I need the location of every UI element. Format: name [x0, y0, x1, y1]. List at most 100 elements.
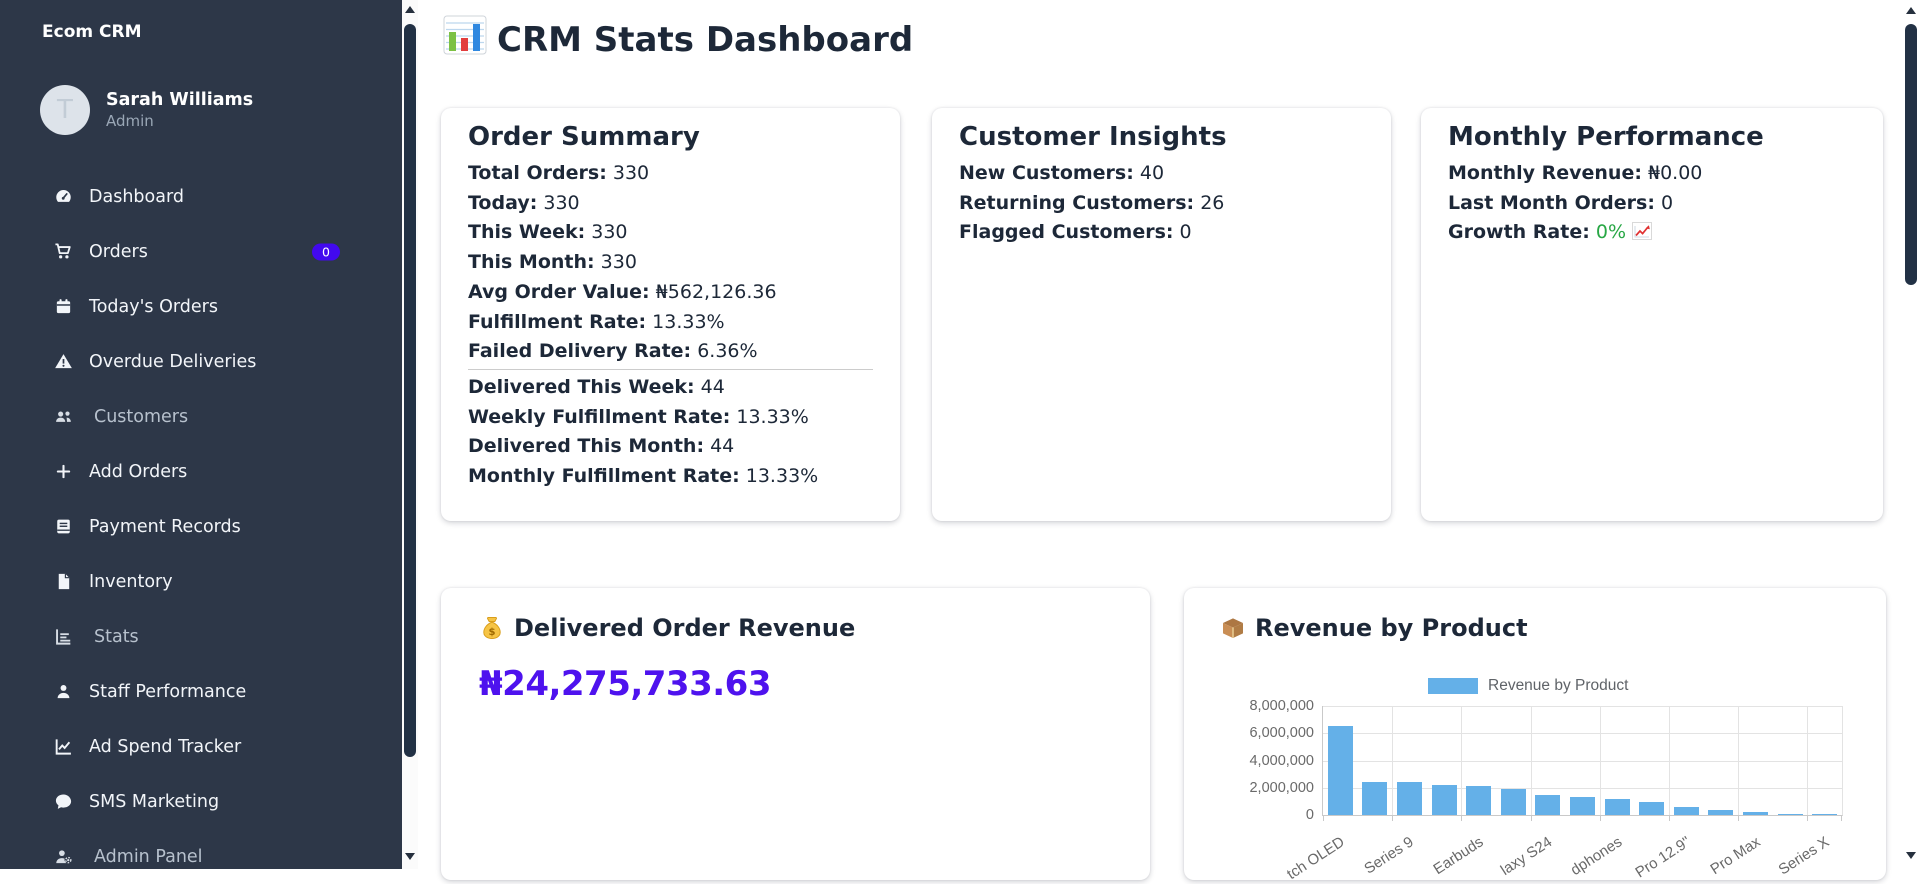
- stat-value: 330: [585, 221, 628, 244]
- stat-row: Returning Customers: 26: [959, 189, 1364, 219]
- chart-plot: [1322, 706, 1843, 821]
- gridline: [1461, 706, 1463, 815]
- sidebar-scrollbar-thumb[interactable]: [404, 24, 416, 757]
- stat-value: 0%: [1589, 221, 1627, 244]
- stat-row: Avg Order Value: ₦562,126.36: [468, 278, 873, 308]
- x-tick-mark: [1841, 815, 1842, 821]
- sidebar-item-label: Today's Orders: [89, 296, 218, 317]
- chart-bar: [1362, 782, 1388, 815]
- app-brand: Ecom CRM: [42, 22, 142, 42]
- scroll-up-arrow-icon[interactable]: [405, 6, 415, 13]
- sidebar-nav: Dashboard Orders 0 Today's Orders Overdue De…: [0, 169, 402, 884]
- sidebar-item-customers[interactable]: Customers: [0, 389, 402, 444]
- scroll-up-arrow-icon[interactable]: [1906, 7, 1916, 14]
- card-title: Customer Insights: [959, 122, 1227, 152]
- sidebar-item-stats[interactable]: Stats: [0, 609, 402, 664]
- x-tick-label: Series 9: [1361, 833, 1418, 878]
- legend-label: Revenue by Product: [1488, 677, 1629, 694]
- svg-text:$: $: [489, 627, 496, 638]
- money-bag-icon: $: [479, 615, 505, 641]
- stat-row: Growth Rate: 0%: [1448, 218, 1856, 250]
- sidebar-item-orders[interactable]: Orders 0: [0, 224, 402, 279]
- stat-label: Flagged Customers:: [959, 221, 1174, 244]
- stat-row: Monthly Revenue: ₦0.00: [1448, 159, 1856, 189]
- sidebar-item-overdue-deliveries[interactable]: Overdue Deliveries: [0, 334, 402, 389]
- sidebar-item-ad-spend-tracker[interactable]: Ad Spend Tracker: [0, 719, 402, 774]
- sidebar-item-add-orders[interactable]: Add Orders: [0, 444, 402, 499]
- sidebar-item-payment-records[interactable]: Payment Records: [0, 499, 402, 554]
- main-scrollbar[interactable]: [1903, 0, 1919, 869]
- monthly-performance-rows: Monthly Revenue: ₦0.00 Last Month Orders:…: [1448, 159, 1856, 250]
- stat-label: Monthly Revenue:: [1448, 162, 1642, 184]
- stat-row: Delivered This Month: 44: [468, 432, 873, 462]
- scroll-down-arrow-icon[interactable]: [405, 853, 415, 860]
- card-title: Monthly Performance: [1448, 122, 1764, 152]
- customer-insights-card: Customer Insights New Customers: 40 Retur…: [932, 108, 1391, 521]
- x-tick-mark: [1461, 815, 1463, 821]
- sidebar-item-today-s-orders[interactable]: Today's Orders: [0, 279, 402, 334]
- gridline: [1323, 733, 1842, 735]
- stat-label: New Customers:: [959, 162, 1134, 184]
- x-tick-label: laxy S24: [1498, 833, 1556, 879]
- x-tick-mark: [1392, 815, 1394, 821]
- sidebar-scrollbar[interactable]: [402, 0, 418, 869]
- chart-increasing-icon: [1632, 220, 1653, 250]
- gridline: [1807, 706, 1809, 815]
- sidebar-item-sms-marketing[interactable]: SMS Marketing: [0, 774, 402, 829]
- chart-bar-icon: [50, 627, 76, 646]
- stat-label: This Week:: [468, 221, 586, 244]
- plus-icon: [50, 462, 76, 481]
- sidebar-item-label: Customers: [94, 406, 189, 427]
- x-tick-label: Pro 12.9": [1632, 833, 1694, 882]
- stat-value: 330: [594, 251, 637, 274]
- stat-value: 0: [1654, 191, 1674, 214]
- stat-value: 44: [704, 435, 735, 458]
- sidebar-item-label: Overdue Deliveries: [89, 351, 257, 372]
- sidebar-item-dashboard[interactable]: Dashboard: [0, 169, 402, 224]
- sidebar-item-inventory[interactable]: Inventory: [0, 554, 402, 609]
- chart-bar: [1812, 814, 1838, 815]
- main-scrollbar-thumb[interactable]: [1905, 24, 1917, 285]
- cart-icon: [50, 242, 76, 261]
- chart-bar: [1743, 811, 1768, 815]
- x-tick-mark: [1738, 815, 1740, 821]
- chart-bar: [1431, 785, 1457, 815]
- chart-bar: [1639, 801, 1665, 815]
- package-icon: [1220, 615, 1246, 641]
- gridline: [1738, 706, 1740, 815]
- x-tick-mark: [1807, 815, 1809, 821]
- scroll-down-arrow-icon[interactable]: [1906, 852, 1916, 859]
- sidebar-item-label: Stats: [94, 626, 139, 647]
- sidebar-item-staff-performance[interactable]: Staff Performance: [0, 664, 402, 719]
- bar-chart-emoji-icon: [443, 15, 487, 59]
- gridline: [1323, 706, 1842, 707]
- sidebar-item-label: SMS Marketing: [89, 791, 220, 812]
- book-icon: [50, 517, 76, 536]
- section-heading: $ Delivered Order Revenue: [479, 614, 1112, 642]
- stat-value: 26: [1194, 191, 1225, 214]
- order-summary-rows: Total Orders: 330 Today: 330 This Week: 33…: [468, 159, 873, 492]
- stat-label: Total Orders:: [468, 162, 607, 184]
- stat-row: Failed Delivery Rate: 6.36%: [468, 337, 873, 367]
- file-icon: [50, 572, 76, 591]
- sidebar-item-label: Payment Records: [89, 516, 241, 537]
- chart-line-icon: [50, 737, 76, 756]
- stat-label: Growth Rate:: [1448, 221, 1590, 244]
- section-title: Delivered Order Revenue: [514, 614, 856, 642]
- sidebar-item-admin-panel[interactable]: Admin Panel: [0, 829, 402, 884]
- order-summary-card: Order Summary Total Orders: 330 Today: 33…: [441, 108, 900, 521]
- section-title: Revenue by Product: [1255, 614, 1528, 642]
- chart-bar: [1604, 798, 1630, 815]
- avatar-initial: T: [57, 95, 73, 125]
- legend-swatch: [1428, 678, 1478, 694]
- card-title: Order Summary: [468, 122, 700, 152]
- x-tick-mark: [1599, 815, 1601, 821]
- y-tick-label: 4,000,000: [1249, 752, 1314, 769]
- stat-row: New Customers: 40: [959, 159, 1364, 189]
- gauge-icon: [50, 187, 76, 206]
- revenue-by-product-card: Revenue by Product Revenue by Product 0 2…: [1184, 588, 1886, 883]
- sidebar-item-label: Orders: [89, 241, 148, 262]
- stat-value: 13.33%: [739, 465, 819, 488]
- x-tick-label: Series X: [1775, 833, 1833, 879]
- stat-value: ₦0.00: [1641, 162, 1703, 184]
